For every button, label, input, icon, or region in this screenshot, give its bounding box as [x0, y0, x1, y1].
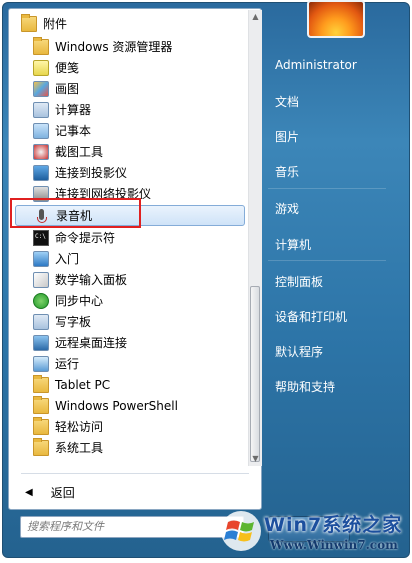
program-label: 运行	[55, 357, 80, 371]
math-input-icon	[33, 271, 49, 288]
folder-icon	[33, 395, 49, 414]
sync-center-icon	[33, 292, 49, 309]
program-getting-started[interactable]: 入门	[15, 248, 245, 269]
back-arrow-icon: ◀	[25, 486, 33, 498]
program-label: Windows 资源管理器	[55, 40, 173, 54]
sticky-notes-icon	[33, 59, 49, 76]
back-button[interactable]: ◀ 返回	[17, 481, 217, 503]
divider	[268, 188, 386, 189]
folder-icon	[33, 374, 49, 393]
program-label: 画图	[55, 82, 80, 96]
command-prompt-icon	[33, 229, 49, 246]
snipping-tool-icon	[33, 143, 49, 160]
program-label: 便笺	[55, 61, 80, 75]
wordpad-icon	[33, 313, 49, 330]
program-label: 截图工具	[55, 145, 104, 159]
network-projector-icon	[33, 185, 49, 202]
back-label: 返回	[50, 485, 75, 500]
program-sticky-notes[interactable]: 便笺	[15, 57, 245, 78]
program-label: 写字板	[55, 315, 92, 329]
search-placeholder: 搜索程序和文件	[27, 520, 104, 533]
program-snipping-tool[interactable]: 截图工具	[15, 141, 245, 162]
program-label: 远程桌面连接	[55, 336, 128, 350]
link-computer[interactable]: 计算机	[275, 236, 311, 253]
program-label: 连接到投影仪	[55, 166, 128, 180]
program-sound-recorder[interactable]: 录音机	[15, 205, 245, 226]
programs-scrollbar[interactable]: ▲ ▼	[248, 10, 262, 466]
link-documents[interactable]: 文档	[275, 93, 299, 110]
link-user[interactable]: Administrator	[275, 58, 357, 72]
program-sync-center[interactable]: 同步中心	[15, 290, 245, 311]
program-connect-projector[interactable]: 连接到投影仪	[15, 162, 245, 183]
folder-tablet-pc[interactable]: Tablet PC	[15, 374, 245, 395]
search-icon	[227, 520, 239, 532]
getting-started-icon	[33, 250, 49, 267]
folder-powershell[interactable]: Windows PowerShell	[15, 395, 245, 416]
remote-desktop-icon	[33, 334, 49, 351]
folder-label: 附件	[43, 17, 68, 31]
program-label: 连接到网络投影仪	[55, 187, 152, 201]
projector-icon	[33, 164, 49, 181]
program-label: 录音机	[56, 209, 93, 223]
program-label: 记事本	[55, 124, 92, 138]
program-math-input[interactable]: 数学输入面板	[15, 269, 245, 290]
program-network-projector[interactable]: 连接到网络投影仪	[15, 183, 245, 204]
folder-icon	[33, 416, 49, 435]
program-remote-desktop[interactable]: 远程桌面连接	[15, 332, 245, 353]
program-wordpad[interactable]: 写字板	[15, 311, 245, 332]
programs-pane: 附件 Windows 资源管理器 便笺 画图 计算器 记事本 截图工具 连接到投…	[8, 8, 262, 510]
program-label: Tablet PC	[55, 377, 111, 392]
program-command-prompt[interactable]: 命令提示符	[15, 227, 245, 248]
program-notepad[interactable]: 记事本	[15, 120, 245, 141]
program-run[interactable]: 运行	[15, 353, 245, 374]
scroll-thumb[interactable]	[250, 286, 260, 462]
programs-list: 附件 Windows 资源管理器 便笺 画图 计算器 记事本 截图工具 连接到投…	[9, 9, 247, 467]
program-label: 计算器	[55, 103, 92, 117]
link-help-support[interactable]: 帮助和支持	[275, 378, 335, 395]
search-input[interactable]: 搜索程序和文件	[20, 516, 244, 538]
paint-icon	[33, 80, 49, 97]
folder-icon	[33, 437, 49, 456]
program-label: 入门	[55, 252, 80, 266]
program-label: Windows PowerShell	[55, 398, 178, 413]
folder-ease-of-access[interactable]: 轻松访问	[15, 416, 245, 437]
link-music[interactable]: 音乐	[275, 163, 299, 180]
link-default-programs[interactable]: 默认程序	[275, 343, 323, 360]
shutdown-button[interactable]	[268, 516, 350, 542]
program-paint[interactable]: 画图	[15, 78, 245, 99]
program-label: 系统工具	[55, 441, 104, 455]
calculator-icon	[33, 101, 49, 118]
program-label: 命令提示符	[55, 231, 116, 245]
user-picture[interactable]	[307, 0, 365, 38]
scroll-up-icon[interactable]: ▲	[249, 10, 262, 24]
program-explorer[interactable]: Windows 资源管理器	[15, 36, 245, 57]
folder-accessories[interactable]: 附件	[15, 13, 245, 34]
divider	[21, 473, 249, 474]
notepad-icon	[33, 122, 49, 139]
explorer-icon	[33, 36, 49, 55]
program-label: 轻松访问	[55, 420, 104, 434]
program-label: 同步中心	[55, 294, 104, 308]
scroll-down-icon[interactable]: ▼	[249, 452, 262, 466]
folder-system-tools[interactable]: 系统工具	[15, 437, 245, 458]
link-pictures[interactable]: 图片	[275, 128, 299, 145]
run-icon	[33, 355, 49, 372]
program-label: 数学输入面板	[55, 273, 128, 287]
sound-recorder-icon	[34, 208, 50, 224]
program-calculator[interactable]: 计算器	[15, 99, 245, 120]
folder-icon	[21, 13, 37, 32]
link-games[interactable]: 游戏	[275, 200, 299, 217]
link-devices-printers[interactable]: 设备和打印机	[275, 308, 347, 325]
link-control-panel[interactable]: 控制面板	[275, 273, 323, 290]
divider	[268, 260, 386, 261]
